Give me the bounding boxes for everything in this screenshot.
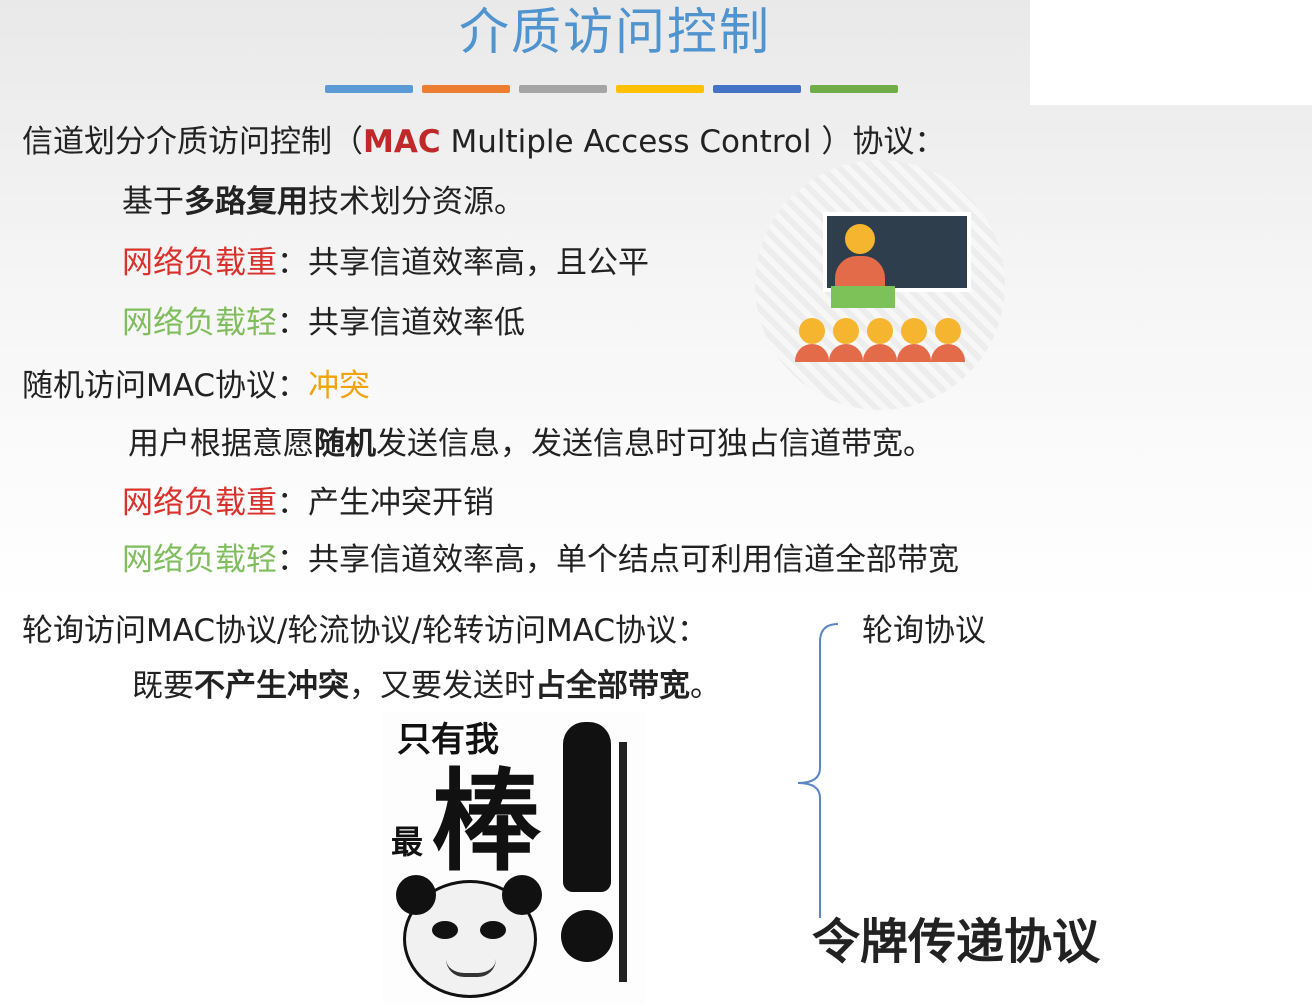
- panda-meme-image: 只有我 最 棒: [383, 712, 645, 1004]
- section2-light-load: 网络负载轻：共享信道效率高，单个结点可利用信道全部带宽: [122, 540, 959, 580]
- color-segment: [713, 85, 801, 93]
- heading-text: 随机访问MAC协议：: [22, 368, 309, 404]
- curly-brace-icon: [797, 623, 839, 918]
- exclamation-dot-icon: [561, 910, 613, 962]
- color-segment: [519, 85, 607, 93]
- section1-heading: 信道划分介质访问控制（MAC Multiple Access Control ）…: [22, 122, 945, 162]
- polling-protocol-label: 轮询协议: [862, 613, 986, 649]
- section1-light-load: 网络负载轻：共享信道效率低: [122, 303, 525, 343]
- panda-mouth-icon: [446, 959, 496, 977]
- token-passing-label: 令牌传递协议: [812, 914, 1101, 970]
- light-load-label: 网络负载轻: [122, 542, 277, 578]
- slide-title: 介质访问控制: [459, 3, 771, 61]
- desc-bold: 占全部带宽: [535, 668, 690, 704]
- desc-bold: 不产生冲突: [194, 668, 349, 704]
- light-load-text: ：共享信道效率高，单个结点可利用信道全部带宽: [277, 542, 959, 578]
- meme-text-small: 最: [391, 823, 424, 861]
- section3-heading: 轮询访问MAC协议/轮流协议/轮转访问MAC协议：: [22, 613, 708, 649]
- light-load-label: 网络负载轻: [122, 305, 277, 341]
- heading-text: 信道划分介质访问控制（: [22, 124, 363, 160]
- audience-head-icon: [833, 318, 859, 344]
- panda-eye-icon: [432, 921, 458, 939]
- desc-bold: 多路复用: [184, 184, 308, 220]
- section1-desc: 基于多路复用技术划分资源。: [122, 182, 525, 222]
- audience-head-icon: [935, 318, 961, 344]
- desc-text: 技术划分资源。: [308, 184, 525, 220]
- mac-label: MAC: [363, 124, 441, 160]
- section2-desc: 用户根据意愿随机发送信息，发送信息时可独占信道带宽。: [128, 424, 934, 464]
- audience-head-icon: [901, 318, 927, 344]
- meme-text-top: 只有我: [397, 720, 499, 760]
- panda-ear-icon: [502, 875, 542, 915]
- heavy-load-label: 网络负载重: [122, 485, 277, 521]
- conflict-label: 冲突: [308, 368, 371, 404]
- meme-decoration: [619, 742, 627, 982]
- color-segment: [325, 85, 413, 93]
- classroom-illustration: [755, 160, 1005, 410]
- podium-icon: [831, 286, 895, 308]
- desc-text: 。: [690, 668, 721, 704]
- color-segment: [616, 85, 704, 93]
- panda-eye-icon: [480, 921, 506, 939]
- heavy-load-label: 网络负载重: [122, 245, 277, 281]
- desc-text: 用户根据意愿: [128, 426, 314, 462]
- audience-head-icon: [799, 318, 825, 344]
- section2-heavy-load: 网络负载重：产生冲突开销: [122, 483, 494, 523]
- desc-text: ，又要发送时: [349, 668, 535, 704]
- section1-heavy-load: 网络负载重：共享信道效率高，且公平: [122, 243, 649, 283]
- light-load-text: ：共享信道效率低: [277, 305, 525, 341]
- desc-text: 基于: [122, 184, 184, 220]
- panda-face-icon: [396, 875, 542, 998]
- title-color-bar: [325, 85, 898, 93]
- desc-text: 既要: [132, 668, 194, 704]
- heavy-load-text: ：产生冲突开销: [277, 485, 494, 521]
- teacher-head-icon: [845, 224, 875, 254]
- teacher-body-icon: [835, 256, 885, 288]
- color-segment: [810, 85, 898, 93]
- color-segment: [422, 85, 510, 93]
- panda-ear-icon: [396, 875, 436, 915]
- desc-text: 发送信息，发送信息时可独占信道带宽。: [376, 426, 934, 462]
- section2-heading: 随机访问MAC协议：冲突: [22, 366, 370, 406]
- audience-head-icon: [867, 318, 893, 344]
- heavy-load-text: ：共享信道效率高，且公平: [277, 245, 649, 281]
- meme-text-big: 棒: [431, 758, 541, 886]
- heading-text: Multiple Access Control ）协议：: [440, 124, 946, 160]
- section3-desc: 既要不产生冲突，又要发送时占全部带宽。: [132, 666, 721, 706]
- desc-bold: 随机: [314, 426, 376, 462]
- exclamation-icon: [563, 722, 611, 892]
